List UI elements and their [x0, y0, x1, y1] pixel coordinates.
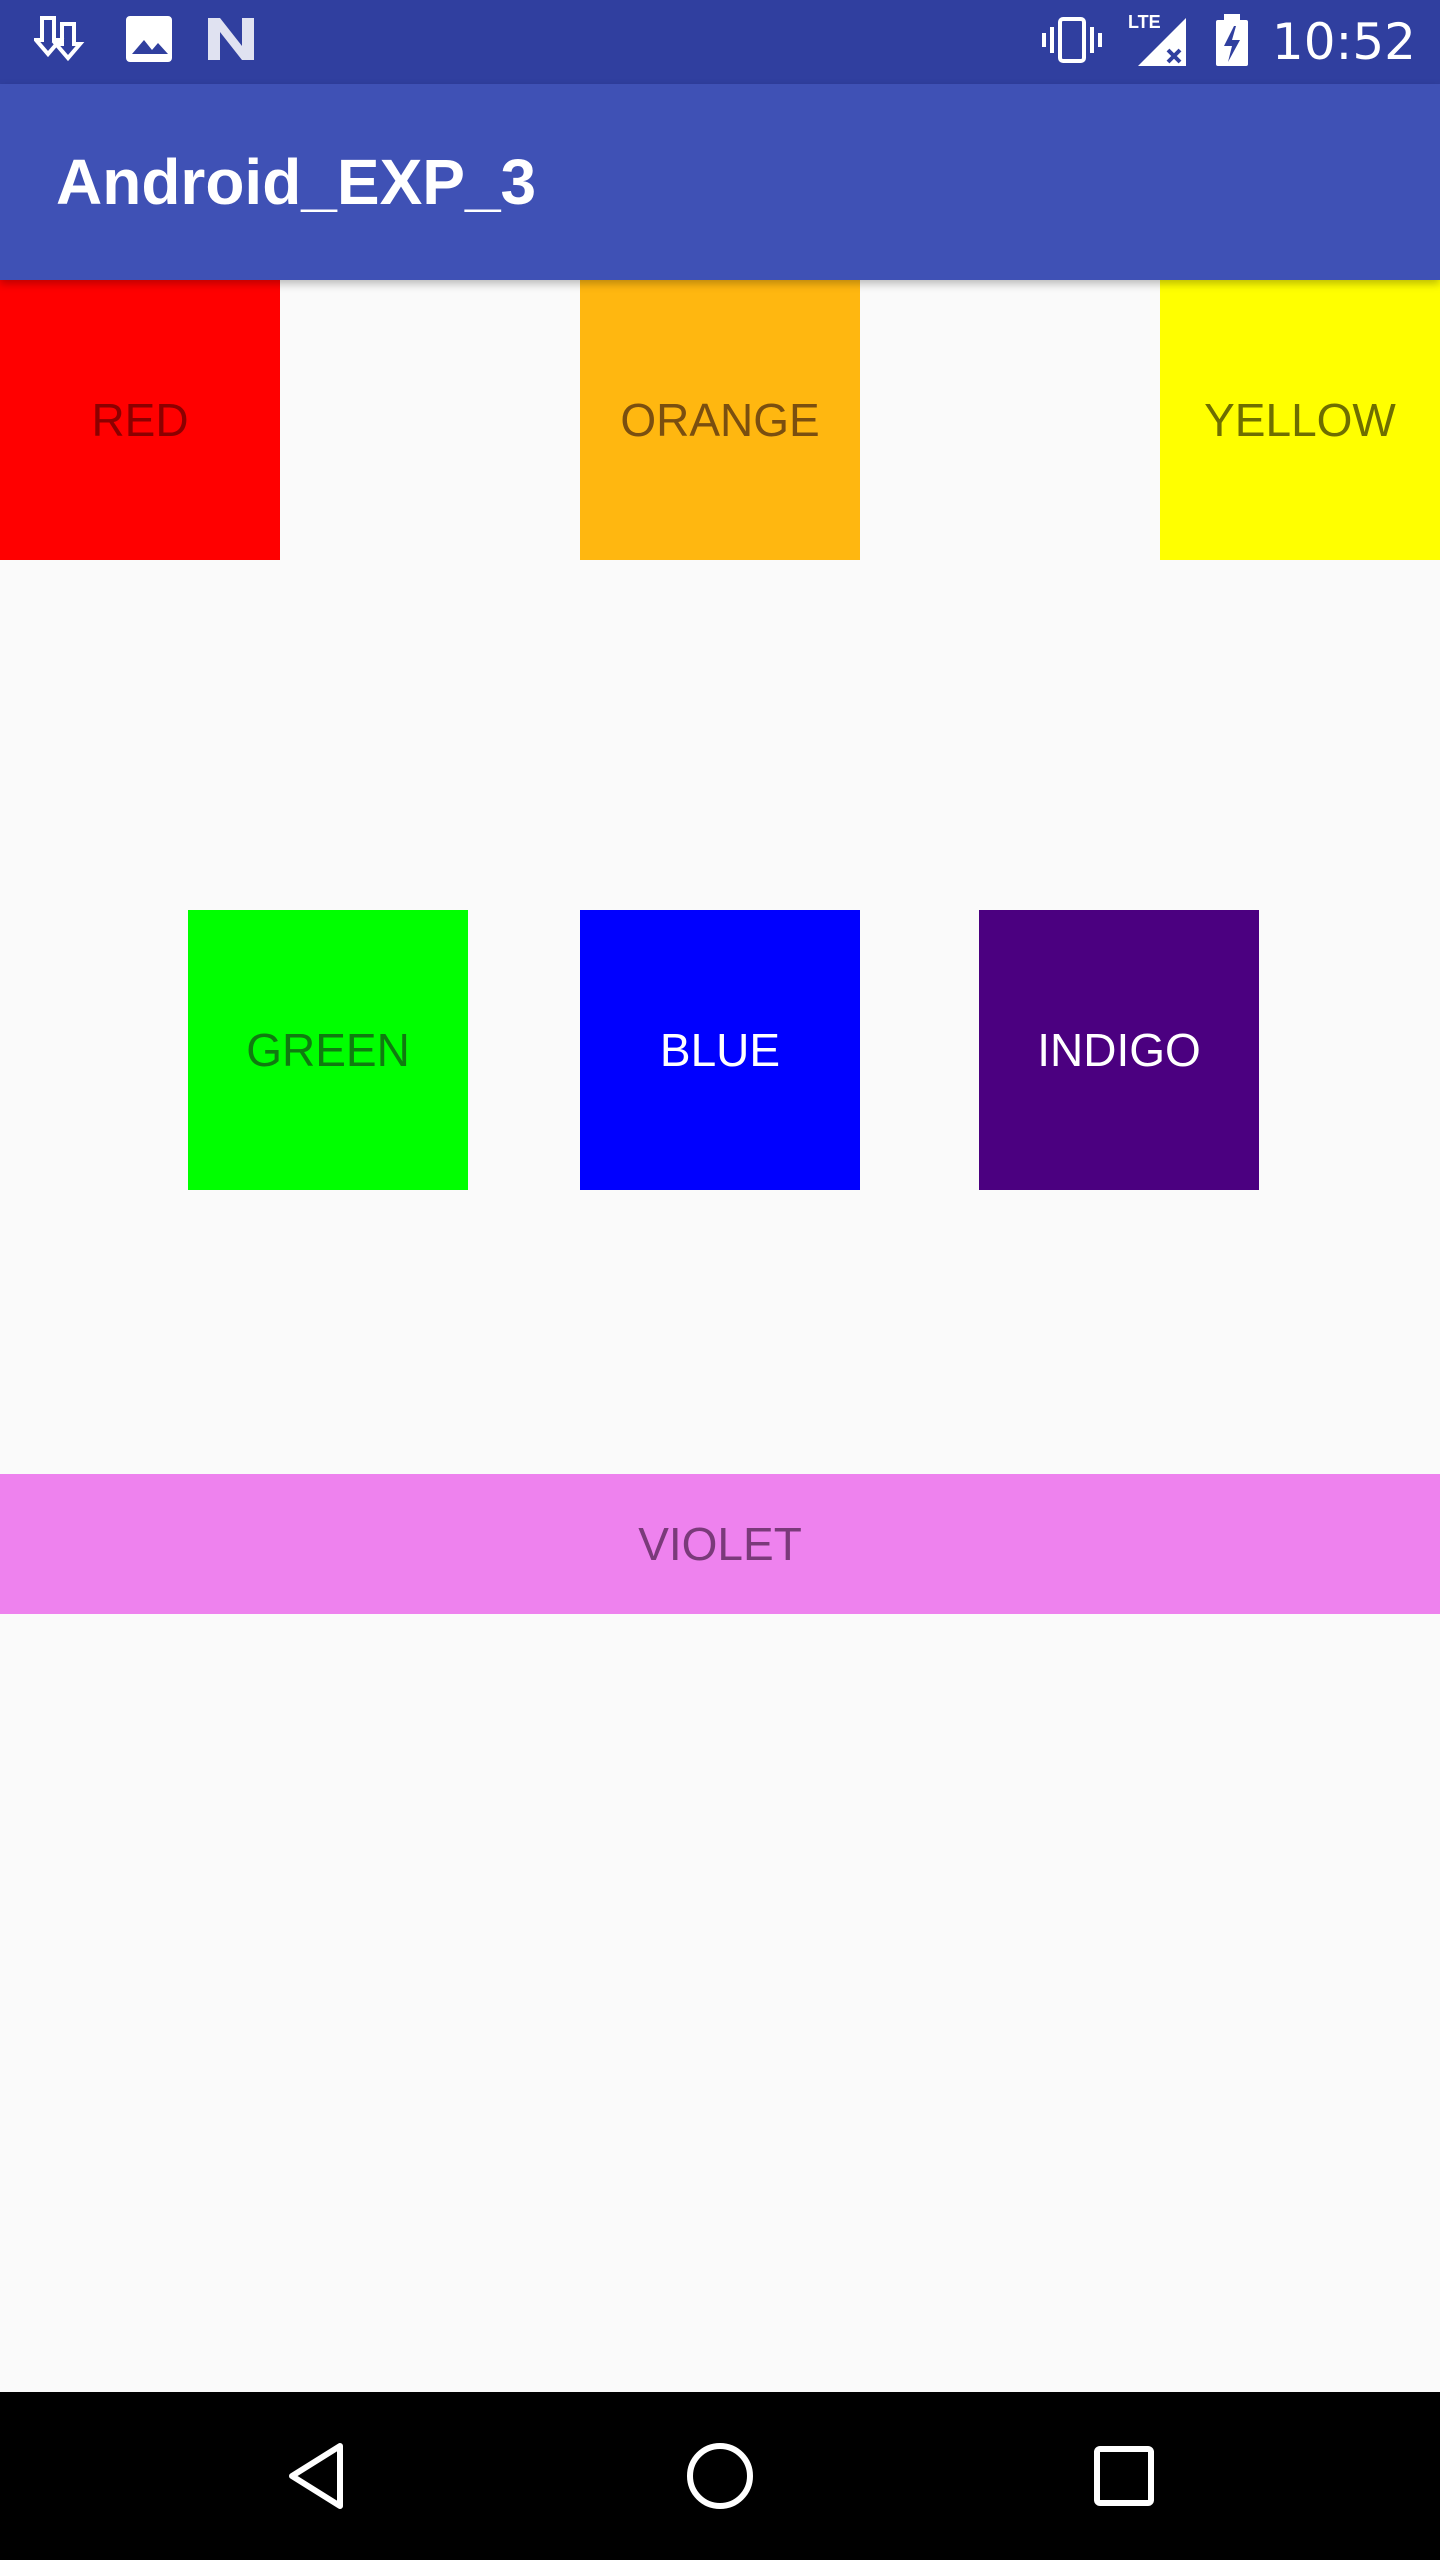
indigo-button[interactable]: INDIGO: [979, 910, 1259, 1190]
orange-button-label: ORANGE: [620, 394, 820, 446]
recents-icon[interactable]: [1074, 2426, 1174, 2526]
svg-text:LTE: LTE: [1128, 12, 1161, 32]
navigation-bar: [0, 2392, 1440, 2560]
lte-signal-icon: LTE: [1126, 10, 1192, 74]
vibrate-icon: [1040, 15, 1104, 69]
battery-charging-icon: [1214, 12, 1250, 72]
red-button[interactable]: RED: [0, 280, 280, 560]
blue-button-label: BLUE: [659, 1024, 781, 1076]
status-clock: 10:52: [1271, 13, 1416, 71]
image-icon: [124, 14, 174, 74]
download-icon: [31, 14, 94, 74]
home-icon[interactable]: [670, 2426, 770, 2526]
blue-button[interactable]: BLUE: [580, 910, 860, 1190]
red-button-label: RED: [91, 394, 189, 446]
yellow-button[interactable]: YELLOW: [1160, 280, 1440, 560]
app-title: Android_EXP_3: [56, 146, 537, 218]
app-bar: Android_EXP_3: [0, 84, 1440, 280]
yellow-button-label: YELLOW: [1204, 394, 1396, 446]
android-n-icon: [204, 14, 258, 74]
orange-button[interactable]: ORANGE: [580, 280, 860, 560]
green-button-label: GREEN: [246, 1024, 410, 1076]
violet-button[interactable]: VIOLET: [0, 1474, 1440, 1614]
violet-button-label: VIOLET: [638, 1518, 802, 1570]
status-bar: LTE 10:52: [0, 0, 1440, 84]
back-icon[interactable]: [266, 2426, 366, 2526]
indigo-button-label: INDIGO: [1037, 1024, 1201, 1076]
green-button[interactable]: GREEN: [188, 910, 468, 1190]
